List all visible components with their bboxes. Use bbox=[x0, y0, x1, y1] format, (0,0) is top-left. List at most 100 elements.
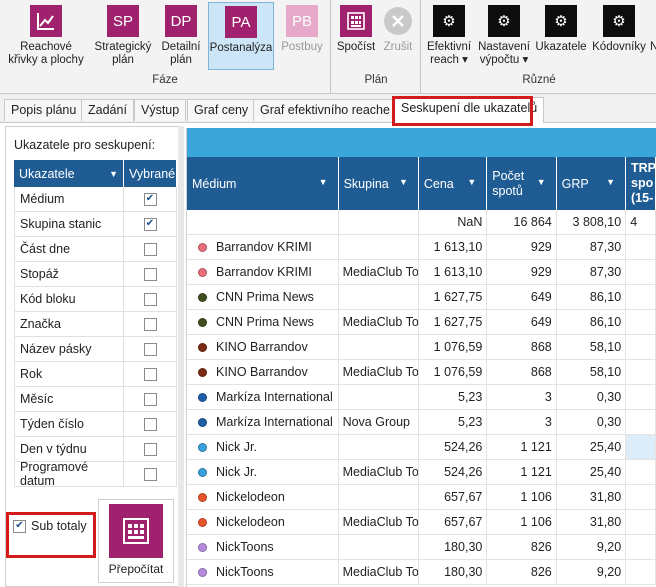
column-medium[interactable]: Médium ▼ bbox=[187, 157, 339, 210]
indicator-checkbox[interactable] bbox=[143, 392, 157, 406]
indicator-row[interactable]: Část dne bbox=[14, 237, 177, 262]
table-row[interactable]: CNN Prima News 1 627,75 649 86,10 bbox=[187, 285, 656, 310]
postbuy-button[interactable]: PB Postbuy bbox=[277, 2, 327, 70]
kodovniky-button[interactable]: ⚙ Kódovníky bbox=[590, 2, 648, 70]
reachove-krivky-button[interactable]: Reachové křivky a plochy bbox=[4, 2, 88, 70]
table-row[interactable]: Barrandov KRIMI 1 613,10 929 87,30 bbox=[187, 235, 656, 260]
column-trp[interactable]: TRP spo (15- bbox=[626, 157, 656, 210]
recalculate-button[interactable]: Přepočítat bbox=[98, 499, 174, 583]
cell-grp: 31,80 bbox=[557, 485, 627, 509]
cell-trp bbox=[626, 285, 656, 309]
cell-pocet: 868 bbox=[487, 360, 557, 384]
indicator-row[interactable]: Značka bbox=[14, 312, 177, 337]
column-pocet-label-2: spotů bbox=[492, 183, 523, 198]
header-ukazatele[interactable]: Ukazatele ▼ bbox=[14, 160, 124, 187]
indicator-row[interactable]: Den v týdnu bbox=[14, 437, 177, 462]
more-button[interactable]: N bbox=[650, 2, 656, 70]
detailni-plan-button[interactable]: DP Detailní plán bbox=[156, 2, 206, 70]
efektivni-reach-button[interactable]: ⚙ Efektivní reach ▾ bbox=[424, 2, 474, 70]
pa-icon: PA bbox=[225, 6, 257, 38]
indicator-row[interactable]: Stopáž bbox=[14, 262, 177, 287]
table-row[interactable]: Nick Jr. MediaClub To 524,26 1 121 25,40 bbox=[187, 460, 656, 485]
column-grp[interactable]: GRP ▼ bbox=[557, 157, 626, 210]
indicator-row[interactable]: Programové datum bbox=[14, 460, 177, 488]
column-skupina[interactable]: Skupina ▼ bbox=[339, 157, 419, 210]
table-row[interactable]: NickToons 180,30 826 9,20 bbox=[187, 535, 656, 560]
ukazatele-button[interactable]: ⚙ Ukazatele bbox=[534, 2, 588, 70]
filter-icon[interactable]: ▼ bbox=[537, 177, 546, 187]
indicator-row[interactable]: Rok bbox=[14, 362, 177, 387]
table-row[interactable]: CNN Prima News MediaClub To 1 627,75 649 86,… bbox=[187, 310, 656, 335]
table-row[interactable]: Nickelodeon 657,67 1 106 31,80 bbox=[187, 485, 656, 510]
cell-cena: 180,30 bbox=[419, 535, 488, 559]
indicator-table-header: Ukazatele ▼ Vybrané bbox=[14, 160, 177, 187]
header-vybrane[interactable]: Vybrané bbox=[124, 160, 177, 187]
indicator-checkbox[interactable]: ✔ bbox=[143, 192, 157, 206]
table-row[interactable]: Markíza International 5,23 3 0,30 bbox=[187, 385, 656, 410]
table-row[interactable]: Barrandov KRIMI MediaClub To 1 613,10 929 87… bbox=[187, 260, 656, 285]
medium-name: Markíza International bbox=[216, 415, 333, 429]
filter-icon[interactable]: ▼ bbox=[109, 169, 118, 179]
filter-icon[interactable]: ▼ bbox=[319, 177, 328, 187]
column-grp-label: GRP bbox=[561, 176, 589, 191]
indicator-row[interactable]: Skupina stanic ✔ bbox=[14, 212, 177, 237]
indicator-row[interactable]: Kód bloku bbox=[14, 287, 177, 312]
indicator-checkbox[interactable] bbox=[143, 292, 157, 306]
tab-graf-efektivniho-reache[interactable]: Graf efektivního reache bbox=[253, 99, 397, 121]
indicator-checkbox[interactable] bbox=[143, 417, 157, 431]
zrusit-button[interactable]: Zrušit bbox=[380, 2, 416, 70]
tab-graf-ceny[interactable]: Graf ceny bbox=[187, 99, 256, 121]
ribbon: Reachové křivky a plochy SP Strategický … bbox=[0, 0, 656, 94]
indicator-row[interactable]: Médium ✔ bbox=[14, 187, 177, 212]
cell-trp bbox=[626, 435, 656, 459]
grid-header: Médium ▼ Skupina ▼ Cena ▼ Počet spotů ▼ … bbox=[187, 157, 656, 210]
column-cena[interactable]: Cena ▼ bbox=[419, 157, 488, 210]
cell-pocet: 868 bbox=[487, 335, 557, 359]
indicator-checkbox[interactable] bbox=[143, 267, 157, 281]
indicator-checkbox[interactable]: ✔ bbox=[143, 217, 157, 231]
indicator-selected-cell bbox=[124, 387, 177, 411]
tab-popis-planu[interactable]: Popis plánu bbox=[4, 99, 84, 121]
cell-grp: 25,40 bbox=[557, 435, 627, 459]
medium-name: Nick Jr. bbox=[216, 440, 257, 454]
spocist-button[interactable]: Spočíst bbox=[334, 2, 378, 70]
indicator-row[interactable]: Měsíc bbox=[14, 387, 177, 412]
medium-name: CNN Prima News bbox=[216, 290, 314, 304]
indicator-checkbox[interactable] bbox=[143, 467, 157, 481]
tab-zadani[interactable]: Zadání bbox=[81, 99, 134, 121]
indicator-checkbox[interactable] bbox=[143, 317, 157, 331]
column-pocet-spotu[interactable]: Počet spotů ▼ bbox=[487, 157, 557, 210]
indicator-row[interactable]: Název pásky bbox=[14, 337, 177, 362]
tab-bar: Popis plánu Zadání Výstup Graf ceny Graf… bbox=[0, 94, 656, 123]
filter-icon[interactable]: ▼ bbox=[606, 177, 615, 187]
table-row[interactable]: KINO Barrandov MediaClub To 1 076,59 868 58,… bbox=[187, 360, 656, 385]
calculator-icon bbox=[109, 504, 163, 558]
cell-skupina bbox=[339, 535, 419, 559]
strategicky-plan-button[interactable]: SP Strategický plán bbox=[92, 2, 154, 70]
table-row[interactable]: Nick Jr. 524,26 1 121 25,40 bbox=[187, 435, 656, 460]
filter-icon[interactable]: ▼ bbox=[467, 177, 476, 187]
table-row[interactable]: NickToons MediaClub To 180,30 826 9,20 bbox=[187, 560, 656, 585]
total-row[interactable]: NaN 16 864 3 808,10 4 bbox=[187, 210, 656, 235]
indicator-row[interactable]: Týden číslo bbox=[14, 412, 177, 437]
cell-medium: NickToons bbox=[187, 560, 339, 584]
indicator-checkbox[interactable] bbox=[143, 342, 157, 356]
indicator-checkbox[interactable] bbox=[143, 242, 157, 256]
filter-icon[interactable]: ▼ bbox=[399, 177, 408, 187]
cell-grp: 9,20 bbox=[557, 560, 627, 584]
table-row[interactable]: Markíza International Nova Group 5,23 3 0,30 bbox=[187, 410, 656, 435]
cell-medium: Nickelodeon bbox=[187, 485, 339, 509]
total-pocet: 16 864 bbox=[487, 210, 557, 234]
table-row[interactable]: KINO Barrandov 1 076,59 868 58,10 bbox=[187, 335, 656, 360]
tab-vystup[interactable]: Výstup bbox=[134, 99, 187, 121]
column-trp-label-1: TRP bbox=[631, 161, 656, 175]
medium-color-dot bbox=[198, 467, 207, 477]
table-row[interactable]: Nickelodeon MediaClub To 657,67 1 106 31,80 bbox=[187, 510, 656, 535]
panel-splitter[interactable] bbox=[178, 126, 184, 587]
column-cena-label: Cena bbox=[423, 176, 454, 191]
medium-color-dot bbox=[198, 567, 207, 577]
postanalyza-button[interactable]: PA Postanalýza bbox=[208, 2, 274, 70]
indicator-checkbox[interactable] bbox=[143, 367, 157, 381]
indicator-checkbox[interactable] bbox=[143, 442, 157, 456]
nastaveni-vypoctu-button[interactable]: ⚙ Nastavení výpočtu ▾ bbox=[476, 2, 532, 70]
